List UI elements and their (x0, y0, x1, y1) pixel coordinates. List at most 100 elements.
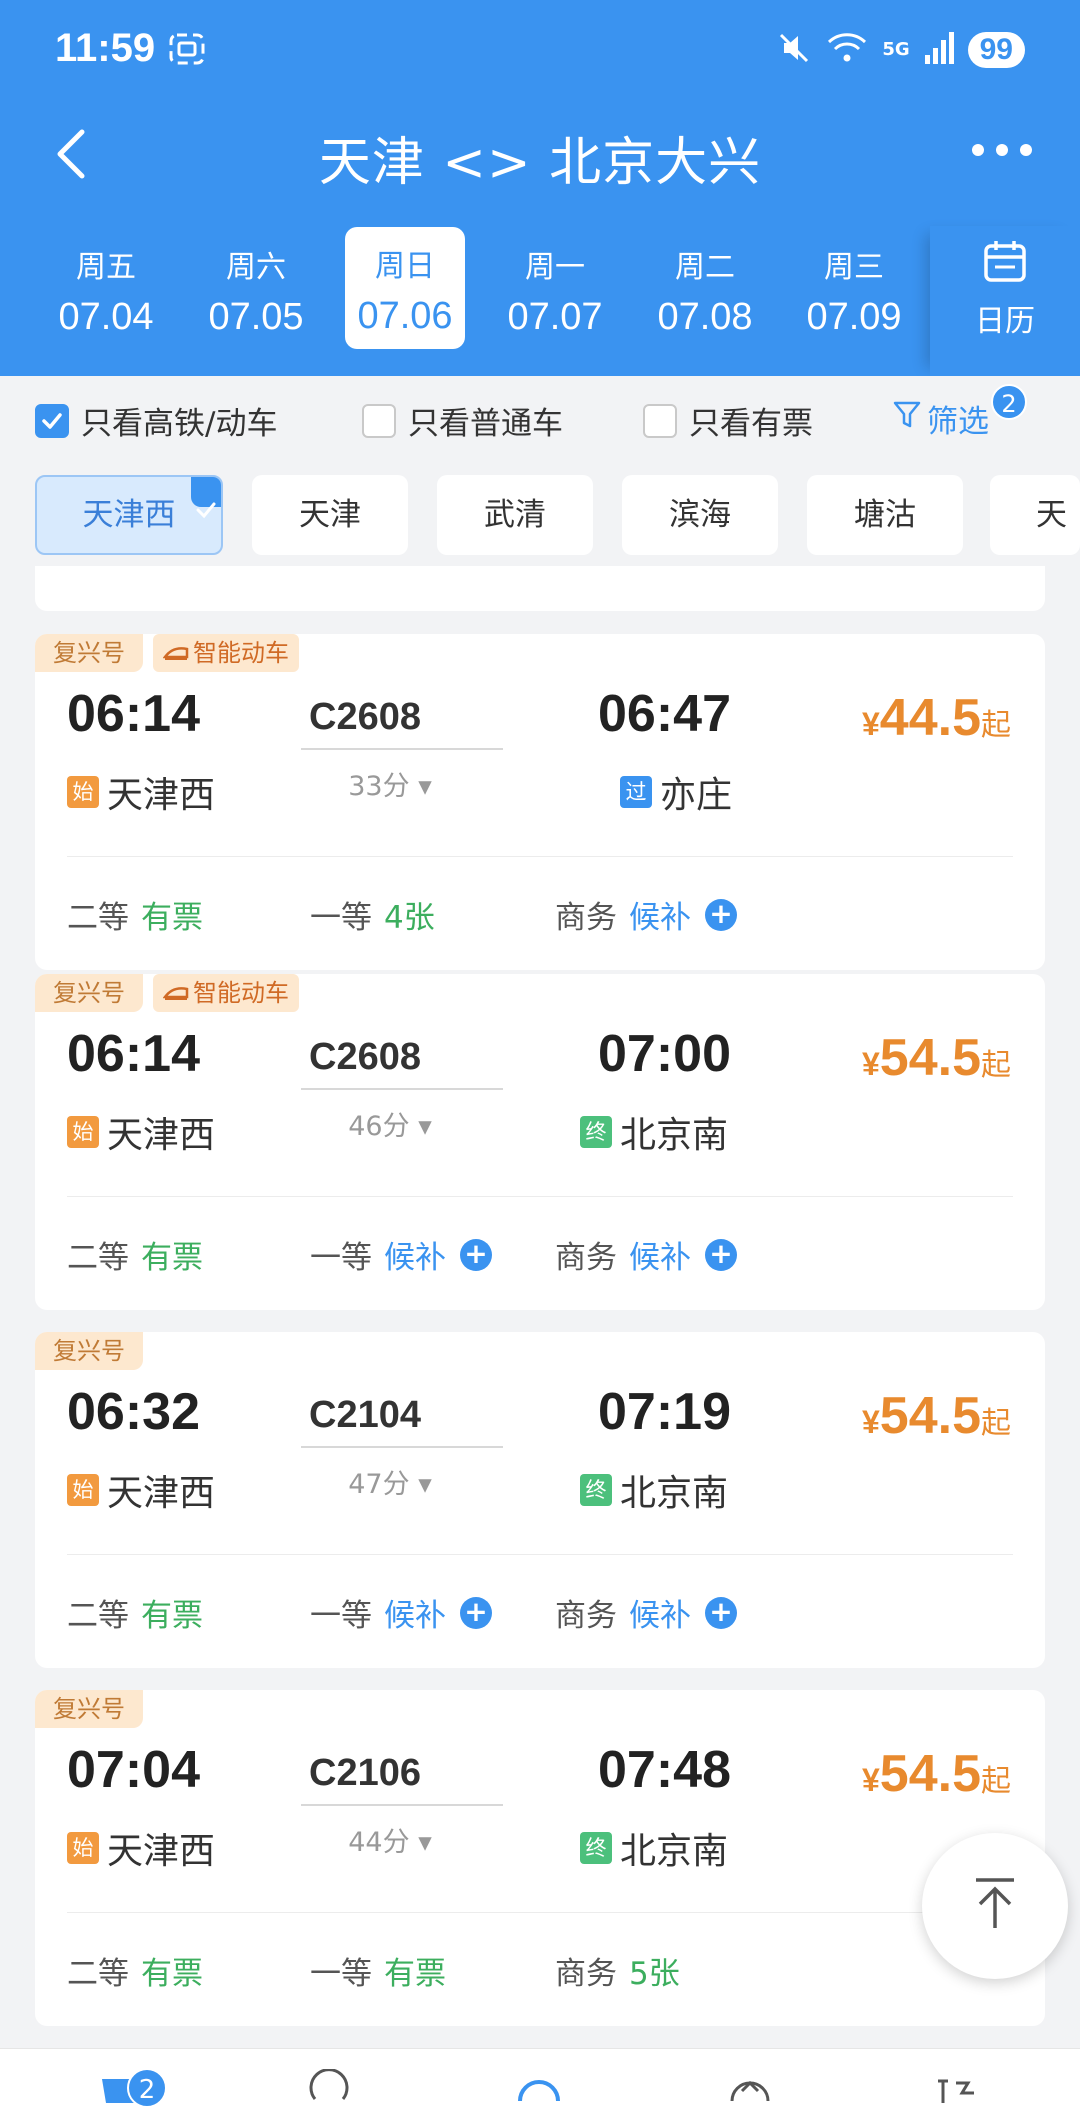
currency-symbol: ¥ (861, 1046, 880, 1082)
duration[interactable]: 46分 ▾ (285, 1104, 495, 1143)
more-icon[interactable] (970, 142, 1034, 162)
station-chip[interactable]: 滨海 (622, 475, 778, 555)
route-line (301, 1446, 503, 1448)
checkbox-icon (643, 403, 677, 438)
train-card-partial[interactable] (35, 566, 1045, 611)
seat-label: 商务 (555, 900, 617, 936)
add-waitlist-icon[interactable]: + (460, 1596, 492, 1629)
filter-high-speed[interactable]: 只看高铁/动车 (35, 398, 277, 443)
seat-business[interactable]: 商务 候补 + (555, 892, 737, 937)
tab-history-icon[interactable] (305, 2068, 353, 2106)
duration[interactable]: 33分 ▾ (285, 764, 495, 803)
date-weekday: 周六 (226, 250, 286, 285)
add-waitlist-icon[interactable]: + (705, 1596, 737, 1629)
station-chip-selected[interactable]: 天津西 (35, 475, 223, 555)
seat-label: 一等 (310, 900, 372, 936)
duration-label: 44分 (348, 1827, 410, 1858)
seat-label: 商务 (555, 1956, 617, 1992)
date-item[interactable]: 周六 07.05 (196, 228, 316, 350)
seat-label: 二等 (67, 1240, 129, 1276)
train-card[interactable]: 复兴号 06:32 C2104 47分 ▾ 07:19 ¥54.5起 始天津西 … (35, 1332, 1045, 1668)
add-waitlist-icon[interactable]: + (705, 898, 737, 931)
smart-train-tag: 智能动车 (153, 634, 299, 672)
seat-status: 候补 (629, 1598, 691, 1634)
smart-tag-label: 智能动车 (193, 979, 289, 1007)
train-type-tag: 复兴号 (35, 1690, 143, 1728)
caret-down-icon: ▾ (418, 1111, 432, 1142)
tab-service-icon[interactable] (726, 2069, 774, 2106)
back-to-top-button[interactable] (922, 1833, 1068, 1979)
date-item[interactable]: 周五 07.04 (46, 228, 166, 350)
filter-label: 只看有票 (689, 406, 813, 442)
end-badge: 终 (580, 1474, 612, 1506)
divider (67, 1912, 1013, 1913)
station-name: 北京南 (620, 1115, 729, 1156)
tag-row: 复兴号 (35, 1690, 143, 1728)
station-chip[interactable]: 天津 (252, 475, 408, 555)
date-value: 07.08 (657, 296, 753, 338)
depart-time: 06:14 (67, 1025, 200, 1083)
date-item[interactable]: 周三 07.09 (794, 228, 914, 350)
nav-bar: 天津 <> 北京大兴 (0, 112, 1080, 200)
network-label: 5G (882, 39, 910, 60)
seat-status: 5张 (629, 1956, 680, 1992)
train-card[interactable]: 复兴号 07:04 C2106 44分 ▾ 07:48 ¥54.5起 始天津西 … (35, 1690, 1045, 2026)
station-name: 天津西 (107, 775, 216, 816)
price-suffix: 起 (981, 1765, 1011, 1798)
screen-button[interactable]: 筛选 (893, 396, 989, 441)
duration[interactable]: 44分 ▾ (285, 1820, 495, 1859)
arrive-time: 07:19 (598, 1383, 731, 1441)
station-chip[interactable]: 天 (990, 475, 1080, 555)
price: ¥44.5起 (862, 688, 1011, 748)
station-label: 天津 (299, 497, 361, 533)
to-station: 过亦庄 (620, 766, 732, 818)
date-value: 07.04 (58, 296, 154, 338)
start-badge: 始 (67, 1116, 99, 1148)
price-value: 54.5 (879, 1029, 981, 1087)
to-station: 终北京南 (580, 1464, 728, 1516)
train-card[interactable]: 复兴号 智能动车 06:14 C2608 46分 ▾ 07:00 ¥54.5起 … (35, 974, 1045, 1310)
end-badge: 终 (580, 1832, 612, 1864)
calendar-icon (930, 238, 1080, 288)
add-waitlist-icon[interactable]: + (705, 1238, 737, 1271)
train-card[interactable]: 复兴号 智能动车 06:14 C2608 33分 ▾ 06:47 ¥44.5起 … (35, 634, 1045, 970)
depart-time: 06:32 (67, 1383, 200, 1441)
tab-home-icon[interactable] (514, 2069, 564, 2106)
station-label: 武清 (484, 497, 546, 533)
price: ¥54.5起 (862, 1386, 1011, 1446)
train-icon (162, 634, 189, 672)
duration-label: 46分 (348, 1111, 410, 1142)
seat-business[interactable]: 商务 候补 + (555, 1232, 737, 1277)
seat-status: 候补 (384, 1240, 446, 1276)
tab-profile-icon[interactable] (934, 2073, 984, 2106)
add-waitlist-icon[interactable]: + (460, 1238, 492, 1271)
date-weekday: 周一 (525, 250, 585, 285)
seat-business[interactable]: 商务 候补 + (555, 1590, 737, 1635)
price-value: 54.5 (879, 1387, 981, 1445)
seat-first[interactable]: 一等 候补 + (310, 1590, 492, 1635)
date-item[interactable]: 周二 07.08 (645, 228, 765, 350)
price-value: 44.5 (879, 689, 981, 747)
station-chip[interactable]: 塘沽 (807, 475, 963, 555)
seat-first[interactable]: 一等 候补 + (310, 1232, 492, 1277)
tag-row: 复兴号 (35, 1332, 143, 1370)
seat-label: 商务 (555, 1598, 617, 1634)
filter-label: 只看高铁/动车 (81, 406, 278, 442)
date-value: 07.09 (806, 296, 902, 338)
mute-icon (776, 30, 812, 70)
caret-down-icon: ▾ (418, 1827, 432, 1858)
seat-first: 一等 有票 (310, 1948, 446, 1993)
divider (67, 1196, 1013, 1197)
filter-available[interactable]: 只看有票 (643, 398, 813, 443)
train-number: C2608 (309, 696, 421, 738)
depart-time: 07:04 (67, 1741, 200, 1799)
filter-normal[interactable]: 只看普通车 (362, 398, 563, 443)
duration[interactable]: 47分 ▾ (285, 1462, 495, 1501)
date-item[interactable]: 周一 07.07 (495, 228, 615, 350)
date-item-selected[interactable]: 周日 07.06 (345, 227, 465, 349)
station-name: 北京南 (620, 1831, 729, 1872)
station-chip[interactable]: 武清 (437, 475, 593, 555)
from-station: 始天津西 (67, 1464, 215, 1516)
calendar-button[interactable]: 日历 (930, 226, 1080, 376)
divider (67, 1554, 1013, 1555)
